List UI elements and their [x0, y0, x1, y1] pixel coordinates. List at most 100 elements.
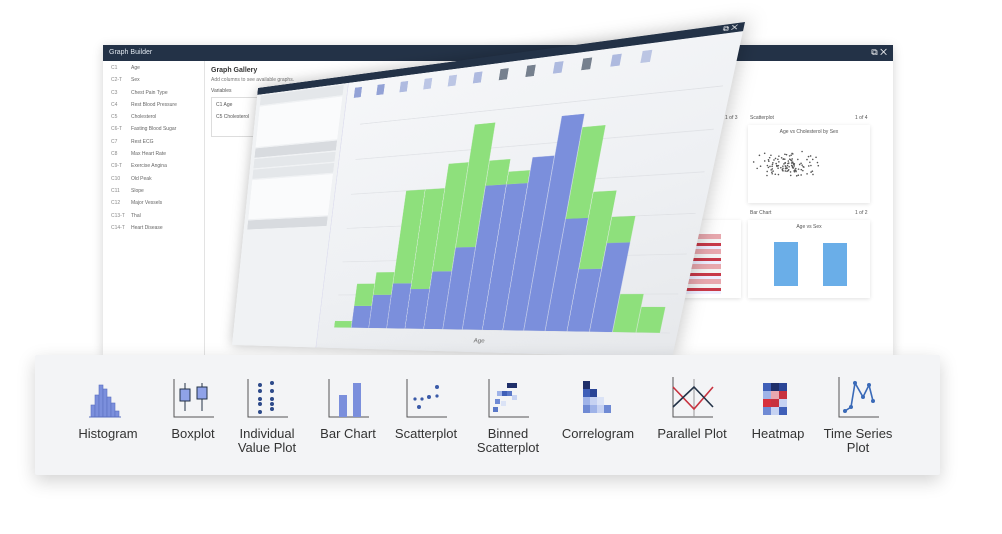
histogram-bar-green [334, 320, 352, 328]
scatter-point [782, 170, 784, 172]
gallery-item-parallel-plot[interactable]: Parallel Plot [647, 377, 737, 441]
variable-name: Exercise Angina [131, 163, 167, 170]
scatter-point [786, 170, 788, 173]
scatter-point [775, 164, 778, 167]
gallery-item-label: Histogram [78, 426, 138, 441]
toolbar-icon[interactable] [353, 86, 363, 98]
scatter-point [778, 161, 780, 163]
toolbar-icon[interactable] [552, 61, 564, 74]
scatter-point [766, 164, 769, 167]
toolbar-icon[interactable] [498, 68, 509, 81]
histogram-bar-green [373, 272, 395, 295]
x-axis-label: Age [473, 338, 485, 345]
scatter-point [759, 165, 762, 168]
scatter-point [803, 166, 805, 168]
variable-item[interactable]: C10 Old Peak [103, 176, 204, 188]
gallery-item-label: Parallel Plot [657, 426, 727, 441]
scatter-point [774, 157, 777, 160]
toolbar-icon[interactable] [447, 74, 458, 87]
front-window-controls[interactable]: ⧉ ✕ [722, 23, 738, 34]
bar-thumb [774, 242, 798, 286]
variable-code: C2-T [111, 77, 123, 84]
scatter-point [786, 164, 789, 167]
gallery-item-label: Individual Value Plot [237, 426, 297, 455]
scatter-point [798, 163, 801, 166]
gallery-item-time-series-plot[interactable]: Time Series Plot [813, 377, 903, 455]
scatter-point [768, 156, 771, 159]
histogram-bar-green [606, 215, 636, 244]
scatter-point [771, 163, 774, 166]
histogram-icon [89, 384, 121, 418]
gallery-item-label: Binned Scatterplot [476, 426, 540, 455]
gallery-item-correlogram[interactable]: Correlogram [553, 377, 643, 441]
scatter-point [766, 174, 768, 177]
scatter-point [771, 168, 774, 170]
toolbar-icon[interactable] [581, 57, 593, 71]
scatter-point [782, 165, 784, 167]
toolbar-icon[interactable] [610, 53, 622, 67]
toolbar-icon[interactable] [525, 64, 536, 78]
scatter-point [797, 174, 800, 176]
variable-item[interactable]: C6-T Fasting Blood Sugar [103, 126, 204, 138]
gallery-item-scatterplot[interactable]: Scatterplot [381, 377, 471, 441]
gallery-item-individual-value-plot[interactable]: Individual Value Plot [222, 377, 312, 455]
variable-item[interactable]: C9-T Exercise Angina [103, 163, 204, 175]
variable-code: C9-T [111, 163, 123, 170]
scatter-point [785, 167, 787, 170]
toolbar-icon[interactable] [376, 83, 385, 96]
bar-chart-card[interactable]: Age vs Sex [748, 220, 870, 298]
gallery-item-label: Correlogram [561, 426, 635, 441]
variable-name: Rest Blood Pressure [131, 101, 177, 108]
variable-item[interactable]: C5 Cholesterol [103, 114, 204, 126]
scatter-point [784, 153, 786, 156]
gallery-item-label: Bar Chart [320, 426, 376, 441]
boxplot-icon [173, 379, 214, 418]
variable-item[interactable]: C13-T Thal [103, 213, 204, 225]
variable-item[interactable]: C3 Chest Pain Type [103, 90, 204, 102]
variable-code: C3 [111, 89, 118, 96]
scatter-point [791, 165, 793, 167]
scatter-point [816, 161, 819, 164]
scatterplot-icon [406, 379, 447, 418]
variable-item[interactable]: C12 Major Vessels [103, 200, 204, 212]
scatterplot-card[interactable]: Age vs Cholesterol by Sex [748, 125, 870, 203]
variable-item[interactable]: C7 Rest ECG [103, 139, 204, 151]
gallery-item-label: Time Series Plot [823, 426, 893, 455]
gallery-item-histogram[interactable]: Histogram [63, 377, 153, 441]
variable-item[interactable]: C4 Rest Blood Pressure [103, 102, 204, 114]
toolbar-icon[interactable] [640, 49, 653, 64]
variable-code: C6-T [111, 126, 123, 133]
scatter-point [807, 165, 810, 167]
gallery-item-binned-scatterplot[interactable]: Binned Scatterplot [463, 377, 553, 455]
scatter-point [809, 155, 812, 157]
scatter-point [817, 164, 820, 167]
toolbar-icon[interactable] [399, 80, 409, 93]
toolbar-icon[interactable] [423, 77, 433, 90]
scatter-point [815, 156, 817, 159]
toolbar-icon[interactable] [472, 71, 483, 84]
scatter-point [769, 165, 771, 168]
gallery-item-heatmap[interactable]: Heatmap [733, 377, 823, 441]
scatter-point [777, 167, 779, 169]
scatter-point [777, 158, 779, 161]
scatter-point [787, 168, 790, 171]
gallery-item-bar-chart[interactable]: Bar Chart [303, 377, 393, 441]
correlogram-icon [583, 381, 611, 413]
variable-item[interactable]: C11 Slope [103, 188, 204, 200]
scatter-point [758, 154, 761, 157]
variable-name: Thal [131, 212, 141, 219]
variable-code: C4 [111, 101, 118, 108]
scatter-point [790, 154, 792, 156]
scatter-point [811, 170, 814, 172]
variable-code: C8 [111, 151, 118, 158]
variable-code: C5 [111, 114, 118, 121]
graph-gallery-strip: Histogram Boxplot Individual Value Plot Bar… [35, 355, 940, 475]
variable-item[interactable]: C1 Age [103, 65, 204, 77]
variable-item[interactable]: C8 Max Heart Rate [103, 151, 204, 163]
scatter-thumbnail [752, 150, 820, 177]
variable-name: Heart Disease [131, 224, 163, 231]
variable-item[interactable]: C14-T Heart Disease [103, 225, 204, 237]
scatter-point [812, 173, 814, 176]
variable-item[interactable]: C2-T Sex [103, 77, 204, 89]
window-controls[interactable]: ⧉ ✕ [871, 47, 887, 58]
